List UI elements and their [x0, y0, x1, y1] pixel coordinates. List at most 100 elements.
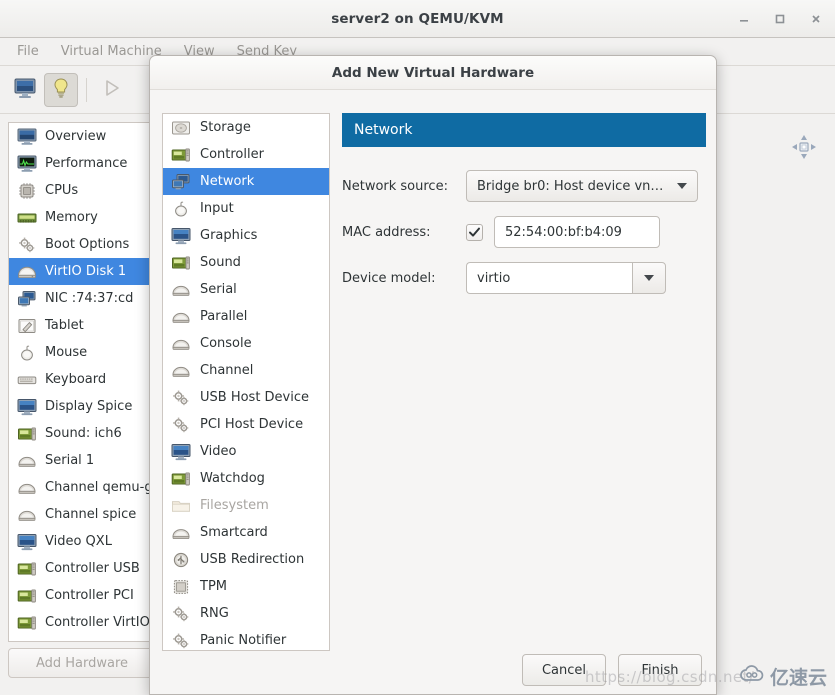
menu-file[interactable]: File — [8, 41, 48, 62]
console-view-button[interactable] — [8, 73, 42, 107]
hardware-list-item[interactable]: Sound: ich6 — [9, 420, 155, 447]
device-model-value: virtio — [477, 270, 511, 286]
device-type-item[interactable]: Console — [163, 330, 329, 357]
monitor-icon — [16, 127, 38, 147]
device-type-list[interactable]: Storage Controller Network Input Graphics Sou… — [162, 113, 330, 651]
gears-icon — [171, 389, 191, 407]
device-type-item[interactable]: Input — [163, 195, 329, 222]
hardware-list-item[interactable]: Display Spice — [9, 393, 155, 420]
hardware-list-item[interactable]: Controller USB — [9, 555, 155, 582]
hardware-list-item[interactable]: Serial 1 — [9, 447, 155, 474]
hardware-list-item-label: Serial 1 — [45, 453, 95, 468]
hardware-list-item[interactable]: Channel spice — [9, 501, 155, 528]
hardware-list-item[interactable]: Controller PCI — [9, 582, 155, 609]
close-button[interactable] — [805, 9, 827, 29]
mac-address-row: MAC address: 52:54:00:bf:b4:09 — [342, 213, 706, 251]
network-source-select[interactable]: Bridge br0: Host device vnet0 — [466, 170, 698, 202]
device-type-item[interactable]: PCI Host Device — [163, 411, 329, 438]
dialog-titlebar: Add New Virtual Hardware — [150, 56, 716, 90]
hardware-list-item-label: Controller PCI — [45, 588, 134, 603]
hardware-list-item[interactable]: NIC :74:37:cd — [9, 285, 155, 312]
details-view-button[interactable] — [44, 72, 78, 107]
toolbar-separator — [86, 77, 87, 102]
chevron-down-icon — [677, 183, 687, 189]
hardware-list-item[interactable]: Controller VirtIO — [9, 609, 155, 636]
controller-icon — [16, 613, 38, 633]
device-type-item-label: Sound — [200, 255, 241, 270]
hardware-list[interactable]: Overview Performance CPUs Memory Boot Option… — [8, 122, 156, 642]
device-type-item[interactable]: Smartcard — [163, 519, 329, 546]
maximize-button[interactable] — [769, 9, 791, 29]
device-type-item[interactable]: RNG — [163, 600, 329, 627]
minimize-button[interactable] — [733, 9, 755, 29]
mac-address-checkbox[interactable] — [466, 223, 483, 241]
hardware-list-item-label: Controller USB — [45, 561, 140, 576]
device-type-item[interactable]: Watchdog — [163, 465, 329, 492]
device-model-row: Device model: virtio — [342, 259, 706, 297]
device-type-item-label: Network — [200, 174, 255, 189]
device-type-item[interactable]: Controller — [163, 141, 329, 168]
device-type-item[interactable]: Network — [163, 168, 329, 195]
serial-icon — [16, 505, 38, 525]
hardware-list-item[interactable]: Tablet — [9, 312, 155, 339]
device-type-item[interactable]: Graphics — [163, 222, 329, 249]
network-form-pane: Network Network source: Bridge br0: Host… — [342, 113, 706, 305]
device-type-item[interactable]: Channel — [163, 357, 329, 384]
gears-icon — [16, 235, 38, 255]
hardware-list-item-label: Controller VirtIO — [45, 615, 150, 630]
add-hardware-button[interactable]: Add Hardware — [8, 648, 156, 678]
usb-redir-icon — [171, 551, 191, 569]
run-button[interactable] — [95, 73, 129, 107]
hardware-list-item[interactable]: Memory — [9, 204, 155, 231]
controller-icon — [171, 146, 191, 164]
hardware-list-item[interactable]: VirtIO Disk 1 — [9, 258, 155, 285]
mouse-icon — [171, 200, 191, 218]
serial-icon — [171, 362, 191, 380]
device-type-item-label: USB Host Device — [200, 390, 310, 405]
watermark-brand: 亿速云 — [769, 666, 827, 689]
lightbulb-icon — [49, 76, 73, 104]
device-type-item[interactable]: Panic Notifier — [163, 627, 329, 650]
display-icon — [171, 227, 191, 245]
hardware-list-item[interactable]: Boot Options — [9, 231, 155, 258]
serial-icon — [171, 335, 191, 353]
mac-address-value: 52:54:00:bf:b4:09 — [505, 224, 622, 240]
device-type-item[interactable]: Parallel — [163, 303, 329, 330]
hardware-list-item[interactable]: Mouse — [9, 339, 155, 366]
device-type-item-label: Parallel — [200, 309, 248, 324]
serial-icon — [16, 451, 38, 471]
gears-icon — [171, 605, 191, 623]
device-type-item[interactable]: Serial — [163, 276, 329, 303]
hardware-list-item[interactable]: Channel qemu-g — [9, 474, 155, 501]
hardware-list-item[interactable]: Performance — [9, 150, 155, 177]
app-root: server2 on QEMU/KVM File Virtual Machine… — [0, 0, 835, 695]
hardware-list-item[interactable]: CPUs — [9, 177, 155, 204]
mac-address-label: MAC address: — [342, 224, 431, 240]
hardware-list-item[interactable]: Video QXL — [9, 528, 155, 555]
hardware-list-item-label: Mouse — [45, 345, 88, 360]
mac-address-input[interactable]: 52:54:00:bf:b4:09 — [494, 216, 660, 248]
display-icon — [171, 443, 191, 461]
device-type-item[interactable]: USB Redirection — [163, 546, 329, 573]
device-type-item[interactable]: Sound — [163, 249, 329, 276]
controller-icon — [16, 586, 38, 606]
sound-icon — [16, 424, 38, 444]
network-source-row: Network source: Bridge br0: Host device … — [342, 167, 706, 205]
hardware-list-item[interactable]: Keyboard — [9, 366, 155, 393]
display-icon — [16, 532, 38, 552]
device-model-input[interactable]: virtio — [466, 262, 632, 294]
device-type-item-label: Console — [200, 336, 252, 351]
hardware-list-item-label: CPUs — [45, 183, 79, 198]
device-model-combo[interactable]: virtio — [466, 262, 666, 294]
device-type-item[interactable]: Video — [163, 438, 329, 465]
play-icon — [101, 77, 123, 103]
hardware-list-item-label: Channel qemu-g — [45, 480, 153, 495]
device-type-item[interactable]: USB Host Device — [163, 384, 329, 411]
device-model-dropdown-button[interactable] — [632, 262, 666, 294]
hardware-list-item[interactable]: Overview — [9, 123, 155, 150]
form-rows: Network source: Bridge br0: Host device … — [342, 167, 706, 297]
device-type-item-label: Panic Notifier — [200, 633, 287, 648]
storage-icon — [171, 119, 191, 137]
device-type-item[interactable]: TPM — [163, 573, 329, 600]
device-type-item[interactable]: Storage — [163, 114, 329, 141]
